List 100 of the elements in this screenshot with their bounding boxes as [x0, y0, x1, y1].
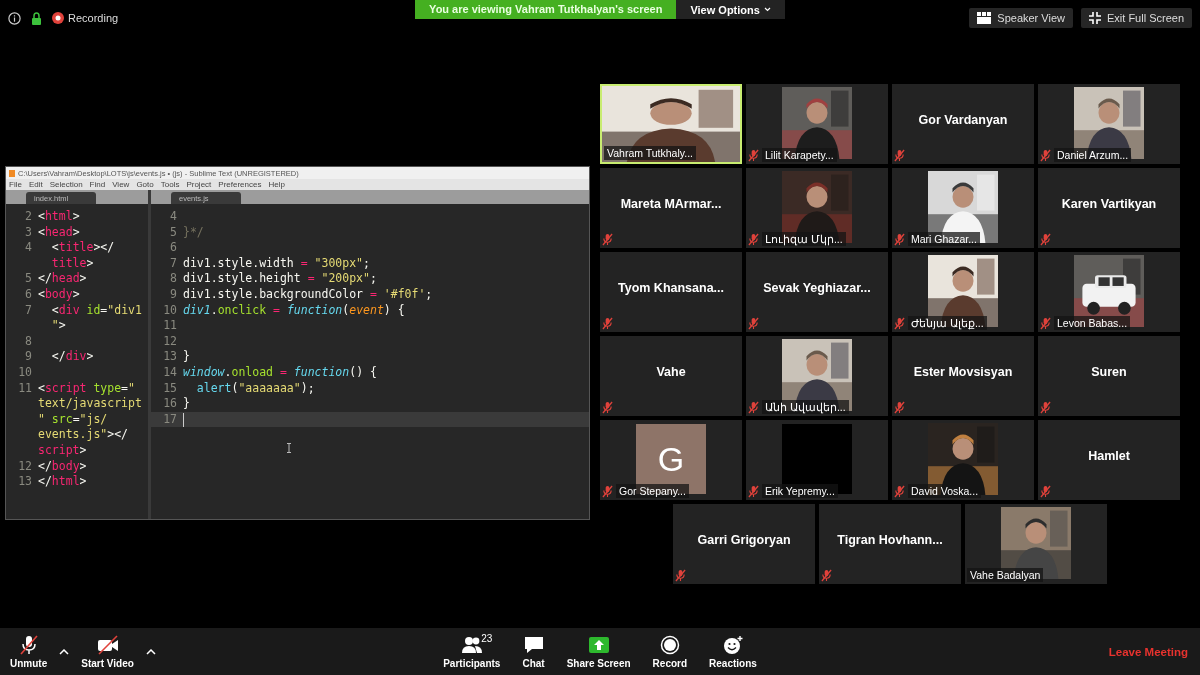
video-tile[interactable]: Vahram Tutkhaly... — [600, 84, 742, 164]
record-icon — [658, 634, 681, 655]
line-number: 3 — [24, 224, 33, 241]
caret-icon — [763, 7, 771, 12]
line-number: 14 — [162, 364, 178, 381]
line-number: 16 — [162, 396, 178, 412]
code-line: } — [183, 396, 190, 412]
chat-bubble-icon — [522, 634, 545, 655]
menu-item[interactable]: Project — [186, 180, 212, 189]
view-options-button[interactable]: View Options — [676, 0, 785, 19]
caret-up-icon — [59, 648, 70, 655]
code-line: alert("aaaaaaa"); — [195, 380, 315, 397]
line-number: 4 — [169, 209, 178, 225]
menu-item[interactable]: Tools — [160, 180, 180, 189]
muted-mic-icon — [1040, 233, 1051, 246]
menu-item[interactable]: Help — [268, 180, 285, 189]
video-tile[interactable]: Mareta MArmar... — [600, 168, 742, 248]
lock-icon[interactable] — [31, 11, 42, 25]
code-line: div1.style.height = "200px"; — [183, 271, 377, 287]
video-tile[interactable]: Karen Vartikyan — [1038, 168, 1180, 248]
participant-name: David Voska... — [908, 484, 982, 498]
code-line: </head> — [38, 271, 87, 287]
video-tile[interactable]: Ժենյա Ալեք... — [892, 252, 1034, 332]
line-number: 4 — [24, 240, 33, 256]
exit-fullscreen-button[interactable]: Exit Full Screen — [1081, 8, 1192, 28]
line-number: 8 — [169, 271, 178, 287]
muted-mic-icon — [1040, 316, 1051, 330]
video-tile[interactable]: Ester Movsisyan — [892, 336, 1034, 416]
muted-mic-icon — [602, 317, 613, 330]
video-tile[interactable]: Hamlet — [1038, 420, 1180, 500]
muted-mic-icon — [894, 484, 905, 498]
participant-name: Ժենյա Ալեք... — [908, 316, 987, 330]
code-line: <title></ — [50, 240, 115, 256]
participant-name: Gor Vardanyan — [918, 113, 1008, 129]
video-tile[interactable]: Daniel Arzum... — [1038, 84, 1180, 164]
video-tile[interactable]: Garri Grigoryan — [673, 504, 815, 584]
code-line: <body> — [38, 286, 80, 303]
line-number: 9 — [24, 349, 33, 365]
video-tile[interactable]: Gor Vardanyan — [892, 84, 1034, 164]
caret-up-icon — [145, 648, 156, 655]
speaker-view-button[interactable]: Speaker View — [969, 8, 1073, 28]
video-tile[interactable]: Անի Ավավեր... — [746, 336, 888, 416]
video-tile[interactable]: Erik Yepremy... — [746, 420, 888, 500]
code-line: }*/ — [183, 224, 204, 241]
video-tile[interactable]: G Gor Stepany... — [600, 420, 742, 500]
exit-fullscreen-icon — [1089, 12, 1101, 24]
muted-mic-icon — [1040, 401, 1051, 414]
menu-item[interactable]: Selection — [49, 180, 83, 189]
video-off-icon — [96, 634, 119, 655]
line-number: 15 — [162, 380, 178, 397]
unmute-button[interactable]: Unmute — [6, 632, 52, 671]
line-number: 2 — [24, 209, 33, 225]
code-line: "> — [50, 318, 66, 334]
reactions-button[interactable]: Reactions — [705, 632, 761, 671]
menu-item[interactable]: Find — [89, 180, 106, 189]
line-number: 13 — [17, 474, 33, 490]
video-tile[interactable]: Sevak Yeghiazar... — [746, 252, 888, 332]
smiley-plus-icon — [721, 634, 744, 655]
video-tile[interactable]: Vahe Badalyan — [965, 504, 1107, 584]
menu-item[interactable]: File — [9, 180, 22, 189]
muted-mic-icon — [894, 232, 905, 246]
participant-name: Suren — [1091, 365, 1127, 381]
leave-meeting-button[interactable]: Leave Meeting — [1102, 644, 1194, 659]
video-tile[interactable]: Vahe — [600, 336, 742, 416]
line-number: 10 — [17, 364, 33, 381]
grid-icon — [977, 12, 992, 24]
chat-button[interactable]: Chat — [518, 632, 549, 671]
app-icon — [9, 169, 15, 177]
video-tile[interactable]: Lilit Karapety... — [746, 84, 888, 164]
muted-mic-icon — [748, 317, 759, 330]
muted-mic-icon — [17, 634, 40, 655]
code-line: " src="js/ — [38, 411, 108, 428]
muted-mic-icon — [748, 484, 759, 498]
start-video-button[interactable]: Start Video — [77, 632, 138, 671]
video-tile[interactable]: Suren — [1038, 336, 1180, 416]
video-tile[interactable]: Tyom Khansana... — [600, 252, 742, 332]
code-line: script> — [38, 442, 87, 459]
line-number: 7 — [169, 255, 178, 272]
line-number: 7 — [24, 302, 33, 319]
video-tile[interactable]: Levon Babas... — [1038, 252, 1180, 332]
participants-button[interactable]: Participants 23 — [439, 632, 505, 671]
share-button[interactable]: Share Screen — [562, 632, 635, 671]
line-number: 6 — [169, 240, 178, 256]
participant-name: Erik Yepremy... — [762, 484, 838, 498]
video-tile[interactable]: Tigran Hovhann... — [819, 504, 961, 584]
video-tile[interactable]: David Voska... — [892, 420, 1034, 500]
participant-name: Levon Babas... — [1054, 316, 1131, 330]
menu-item[interactable]: Preferences — [218, 180, 262, 189]
muted-mic-icon — [602, 233, 613, 246]
video-tile[interactable]: Mari Ghazar... — [892, 168, 1034, 248]
menu-item[interactable]: View — [112, 180, 130, 189]
video-tile[interactable]: Լուիզա Մկր... — [746, 168, 888, 248]
share-screen-icon — [587, 634, 610, 655]
record-button[interactable]: Record — [648, 632, 692, 671]
participant-name: Լուիզա Մկր... — [762, 232, 846, 246]
menu-item[interactable]: Goto — [136, 180, 154, 189]
info-icon[interactable] — [8, 11, 21, 25]
participant-name: Hamlet — [1088, 449, 1130, 465]
participant-name: Vahram Tutkhaly... — [604, 146, 696, 160]
menu-item[interactable]: Edit — [28, 180, 43, 189]
